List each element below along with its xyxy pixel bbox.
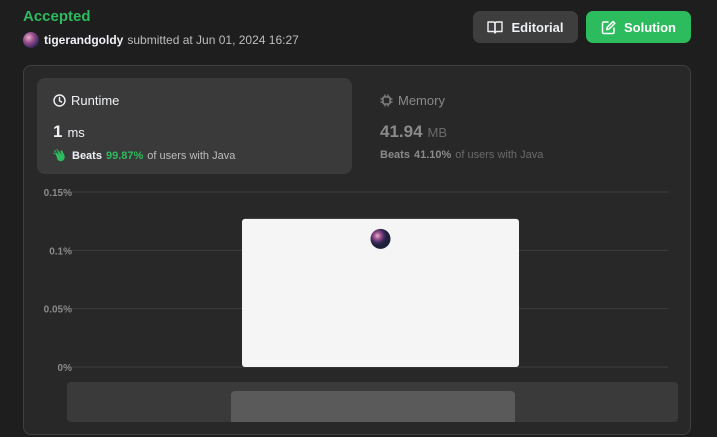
username-link[interactable]: tigerandgoldy xyxy=(44,33,123,47)
y-tick-label: 0.05% xyxy=(44,305,72,316)
user-position-avatar[interactable] xyxy=(370,228,391,249)
chart-range-scrollbar[interactable] xyxy=(67,382,678,422)
submission-meta: tigerandgoldy submitted at Jun 01, 2024 … xyxy=(23,32,299,48)
status-title: Accepted xyxy=(23,8,91,25)
solution-label: Solution xyxy=(624,19,676,35)
book-open-icon xyxy=(487,21,504,34)
edit-icon xyxy=(601,20,616,34)
solution-button[interactable]: Solution xyxy=(586,11,691,43)
editorial-label: Editorial xyxy=(511,19,564,35)
editorial-button[interactable]: Editorial xyxy=(473,11,578,43)
user-avatar[interactable] xyxy=(23,32,39,48)
y-tick-label: 0% xyxy=(58,363,73,374)
submitted-at-text: submitted at Jun 01, 2024 16:27 xyxy=(127,33,299,47)
runtime-distribution-chart[interactable]: 0% 0.05% 0.1% 0.15% xyxy=(24,66,692,376)
y-tick-label: 0.1% xyxy=(49,246,72,257)
y-tick-label: 0.15% xyxy=(44,188,72,199)
results-card: Runtime 1 ms Beats 99.87% of users with … xyxy=(23,65,691,435)
chart-range-handle[interactable] xyxy=(231,391,515,422)
